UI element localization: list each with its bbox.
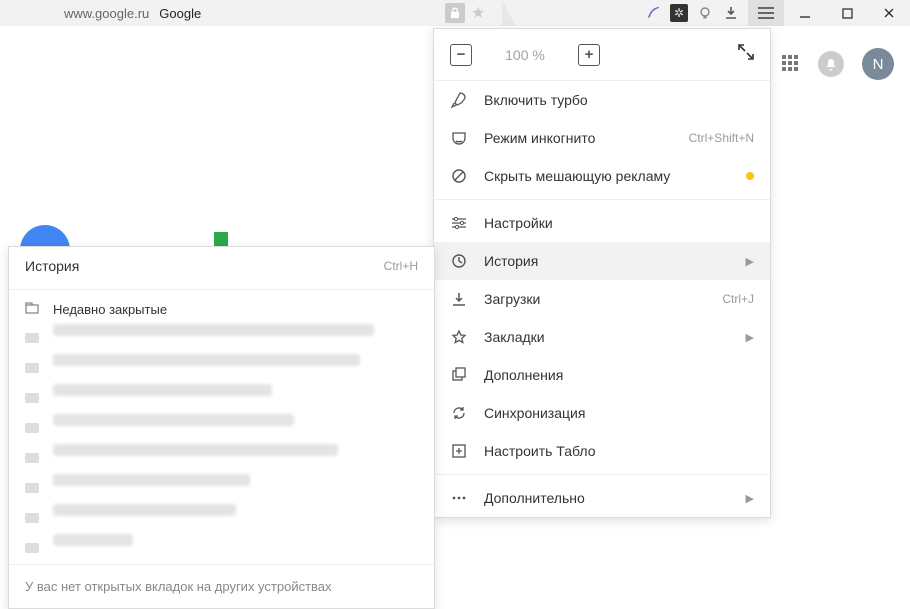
chevron-right-icon: ▶ (746, 255, 754, 268)
avatar[interactable]: N (862, 48, 894, 80)
page-header-icons: N (782, 48, 894, 80)
menu-label: Загрузки (484, 291, 706, 307)
close-button[interactable] (868, 0, 910, 26)
history-entry[interactable] (53, 354, 418, 382)
sync-icon (450, 405, 468, 421)
menu-item-incognito[interactable]: Режим инкогнито Ctrl+Shift+N (434, 119, 770, 157)
maximize-button[interactable] (826, 0, 868, 26)
menu-separator (434, 474, 770, 475)
menu-label: Настройки (484, 215, 754, 231)
rocket-icon (450, 92, 468, 108)
extension-box-icon[interactable]: ✲ (670, 4, 688, 22)
menu-label: Закладки (484, 329, 730, 345)
history-entry[interactable] (53, 474, 418, 502)
bulb-icon[interactable] (696, 4, 714, 22)
menu-item-custom-tabloid[interactable]: Настроить Табло (434, 432, 770, 470)
extension-icons: ✲ (644, 4, 740, 22)
chevron-right-icon: ▶ (746, 331, 754, 344)
menu-label: Настроить Табло (484, 443, 754, 459)
clock-icon (450, 253, 468, 269)
notifications-icon[interactable] (818, 51, 844, 77)
add-tile-icon (450, 443, 468, 459)
zoom-in-button[interactable]: + (578, 44, 600, 66)
history-footer: У вас нет открытых вкладок на других уст… (9, 564, 434, 608)
menu-label: Дополнения (484, 367, 754, 383)
window-controls (784, 0, 910, 26)
history-title: История (25, 258, 384, 274)
titlebar: www.google.ru Google ★ ✲ (0, 0, 910, 26)
titlebar-right: ✲ (644, 0, 910, 26)
history-header[interactable]: История Ctrl+H (9, 247, 434, 285)
fullscreen-button[interactable] (738, 44, 754, 65)
history-entry[interactable] (53, 414, 418, 442)
feather-icon[interactable] (644, 4, 662, 22)
history-entry[interactable] (53, 534, 418, 562)
status-dot-icon (746, 172, 754, 180)
download-icon (450, 291, 468, 307)
menu-shortcut: Ctrl+Shift+N (689, 131, 754, 145)
menu-item-hide-ads[interactable]: Скрыть мешающую рекламу (434, 157, 770, 195)
menu-label: Включить турбо (484, 92, 754, 108)
menu-label: Дополнительно (484, 490, 730, 506)
address-icons: ★ (445, 0, 485, 26)
zoom-percent: 100 % (490, 47, 560, 63)
menu-separator (9, 289, 434, 290)
chevron-right-icon: ▶ (746, 492, 754, 505)
main-menu: − 100 % + Включить турбо Режим инкогнито… (433, 28, 771, 518)
history-entry[interactable] (53, 384, 418, 412)
menu-item-bookmarks[interactable]: Закладки ▶ (434, 318, 770, 356)
zoom-out-button[interactable]: − (450, 44, 472, 66)
menu-label: Синхронизация (484, 405, 754, 421)
menu-item-extensions[interactable]: Дополнения (434, 356, 770, 394)
mask-icon (450, 130, 468, 146)
minimize-button[interactable] (784, 0, 826, 26)
menu-item-sync[interactable]: Синхронизация (434, 394, 770, 432)
recently-closed-label: Недавно закрытые (53, 302, 167, 317)
history-entry[interactable] (53, 504, 418, 532)
star-icon (450, 329, 468, 345)
menu-shortcut: Ctrl+J (722, 292, 754, 306)
block-icon (450, 168, 468, 184)
menu-item-settings[interactable]: Настройки (434, 204, 770, 242)
sliders-icon (450, 215, 468, 231)
menu-button[interactable] (748, 0, 784, 26)
menu-label: Скрыть мешающую рекламу (484, 168, 730, 184)
menu-item-more[interactable]: Дополнительно ▶ (434, 479, 770, 517)
history-entry[interactable] (53, 324, 418, 352)
menu-item-downloads[interactable]: Загрузки Ctrl+J (434, 280, 770, 318)
dots-icon (450, 490, 468, 506)
history-submenu: История Ctrl+H Недавно закрытые У вас не… (8, 246, 435, 609)
layers-icon (450, 367, 468, 383)
tab-url: www.google.ru (64, 6, 149, 21)
browser-tab[interactable]: www.google.ru Google (64, 6, 201, 21)
zoom-row: − 100 % + (434, 29, 770, 81)
download-icon[interactable] (722, 4, 740, 22)
apps-grid-icon[interactable] (782, 55, 800, 73)
lock-icon (445, 3, 465, 23)
menu-separator (434, 199, 770, 200)
tab-edge (502, 0, 516, 26)
tab-title: Google (159, 6, 201, 21)
recently-closed-item[interactable]: Недавно закрытые (9, 294, 434, 324)
menu-label: История (484, 253, 730, 269)
history-shortcut: Ctrl+H (384, 259, 418, 273)
avatar-initial: N (873, 56, 884, 73)
history-entry[interactable] (53, 444, 418, 472)
tab-icon (25, 302, 41, 317)
menu-label: Режим инкогнито (484, 130, 673, 146)
bookmark-star-icon[interactable]: ★ (471, 3, 485, 23)
menu-item-history[interactable]: История ▶ (434, 242, 770, 280)
menu-item-turbo[interactable]: Включить турбо (434, 81, 770, 119)
